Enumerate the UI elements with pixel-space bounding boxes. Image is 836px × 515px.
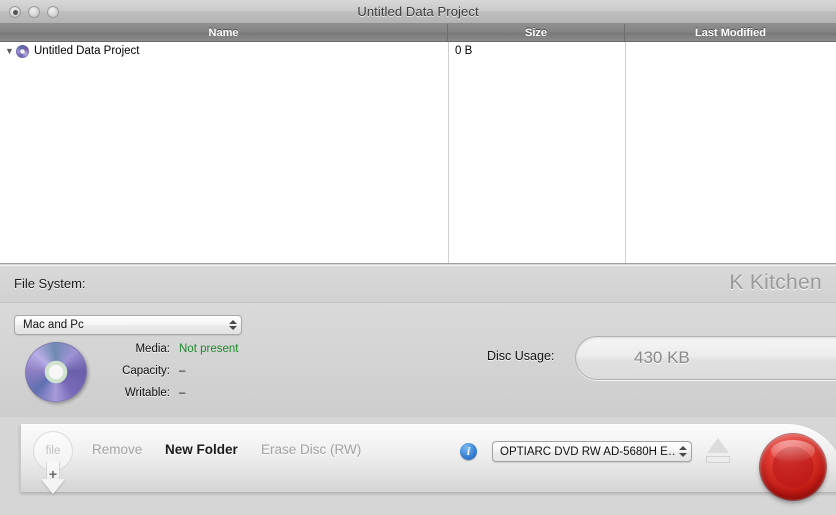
capacity-row: Capacity: – [104, 365, 238, 387]
info-icon[interactable]: i [460, 443, 477, 460]
writable-key-label: Writable: [124, 387, 170, 399]
burn-button[interactable] [760, 434, 826, 500]
file-list-header: Name Size Last Modified [0, 24, 836, 42]
add-file-label: file [45, 445, 61, 457]
file-system-select-value: Mac and Pc [23, 319, 84, 331]
burn-application-window: Untitled Data Project Name Size Last Mod… [0, 0, 836, 515]
column-header-size[interactable]: Size [448, 24, 625, 41]
erase-disc-button[interactable]: Erase Disc (RW) [261, 442, 361, 457]
disclosure-triangle-icon[interactable]: ▼ [5, 46, 16, 56]
drive-select-value: OPTIARC DVD RW AD‑5680H E… [500, 445, 675, 458]
media-row: Media: Not present [104, 343, 238, 365]
column-divider-2 [625, 42, 626, 263]
row-size-cell: 0 B [455, 45, 473, 57]
media-info-list: Media: Not present Capacity: – Writable:… [104, 343, 238, 409]
disc-usage-label: Disc Usage: [487, 349, 555, 363]
media-value-label: Not present [179, 343, 239, 355]
eject-bar [706, 456, 730, 463]
chevron-updown-icon[interactable] [675, 442, 691, 461]
writable-value-label: – [179, 387, 186, 399]
disc-usage-value: 430 KB [634, 348, 690, 367]
capacity-value-label: – [179, 365, 186, 377]
column-divider-1 [448, 42, 449, 263]
close-button[interactable] [9, 6, 21, 18]
drive-select[interactable]: OPTIARC DVD RW AD‑5680H E… [492, 441, 692, 462]
capacity-key-label: Capacity: [122, 365, 170, 377]
minimize-button[interactable] [28, 6, 40, 18]
writable-row: Writable: – [104, 387, 238, 409]
disc-usage-gauge: 430 KB [575, 336, 836, 380]
file-system-strip: File System: K Kitchen [0, 266, 836, 303]
column-header-name[interactable]: Name [0, 24, 448, 41]
chevron-updown-icon[interactable] [225, 316, 241, 334]
file-system-label: File System: [14, 276, 86, 291]
remove-button[interactable]: Remove [92, 442, 142, 457]
row-name-label: Untitled Data Project [34, 45, 140, 57]
table-row[interactable]: ▼ Untitled Data Project 0 B [0, 42, 836, 60]
add-file-arrow-icon[interactable]: + [41, 462, 65, 495]
new-folder-button[interactable]: New Folder [165, 442, 238, 457]
media-key-label: Media: [135, 343, 170, 355]
zoom-button[interactable] [47, 6, 59, 18]
window-titlebar: Untitled Data Project [0, 0, 836, 24]
column-header-last-modified[interactable]: Last Modified [625, 24, 836, 41]
plus-icon: + [48, 466, 58, 482]
row-name-cell[interactable]: ▼ Untitled Data Project [0, 44, 448, 58]
file-system-select[interactable]: Mac and Pc [14, 315, 242, 335]
app-watermark-label: K Kitchen [729, 271, 822, 294]
disc-icon [16, 44, 29, 58]
eject-triangle [707, 438, 729, 453]
file-list-body[interactable]: ▼ Untitled Data Project 0 B [0, 42, 836, 264]
eject-icon[interactable] [703, 437, 733, 467]
window-title: Untitled Data Project [357, 4, 479, 19]
window-controls [9, 6, 59, 18]
